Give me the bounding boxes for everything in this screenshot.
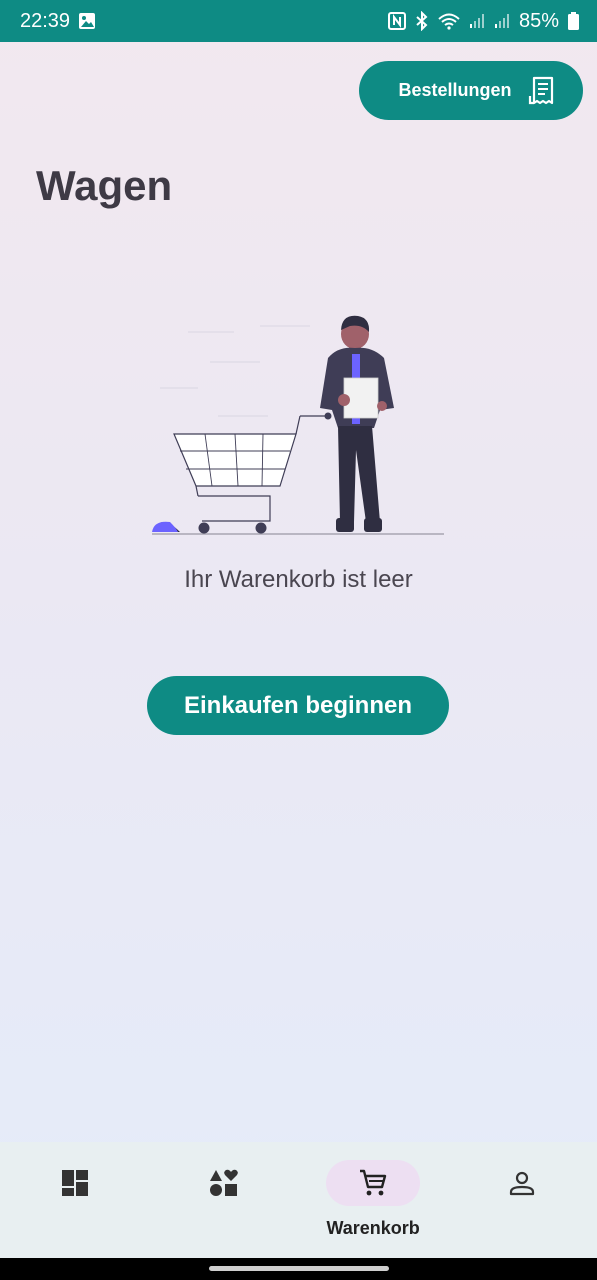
orders-button[interactable]: Bestellungen: [359, 61, 583, 120]
wifi-icon: [438, 12, 460, 30]
image-icon: [78, 12, 96, 30]
nav-indicator: [177, 1160, 271, 1206]
battery-percent: 85%: [518, 9, 559, 32]
nav-item-dashboard[interactable]: [0, 1142, 149, 1258]
status-bar: 22:39 85%: [0, 0, 597, 42]
cart-icon: [358, 1168, 388, 1198]
nav-indicator-active: [326, 1160, 421, 1206]
signal-icon: [469, 13, 485, 29]
receipt-icon: [528, 76, 556, 106]
page-title: Wagen: [36, 162, 173, 209]
nfc-icon: [387, 12, 406, 30]
nav-item-profile[interactable]: [448, 1142, 597, 1258]
battery-icon: [568, 12, 579, 30]
status-time: 22:39: [20, 9, 71, 32]
empty-cart-message: Ihr Warenkorb ist leer: [184, 566, 413, 593]
nav-indicator: [28, 1160, 122, 1206]
nav-item-cart[interactable]: Warenkorb: [299, 1142, 448, 1258]
signal-icon: [494, 13, 510, 29]
bottom-navigation: Warenkorb: [0, 1142, 597, 1258]
dashboard-icon: [60, 1168, 90, 1198]
start-shopping-button[interactable]: Einkaufen beginnen: [147, 676, 449, 735]
home-gesture-handle[interactable]: [209, 1266, 389, 1271]
nav-item-categories[interactable]: [149, 1142, 298, 1258]
orders-button-label: Bestellungen: [398, 80, 512, 100]
person-icon: [507, 1168, 537, 1198]
categories-icon: [209, 1168, 239, 1198]
nav-label-cart: Warenkorb: [326, 1218, 420, 1238]
bluetooth-icon: [415, 11, 429, 31]
nav-indicator: [475, 1160, 569, 1206]
empty-cart-illustration: [152, 315, 444, 535]
gesture-bar: [0, 1258, 597, 1280]
